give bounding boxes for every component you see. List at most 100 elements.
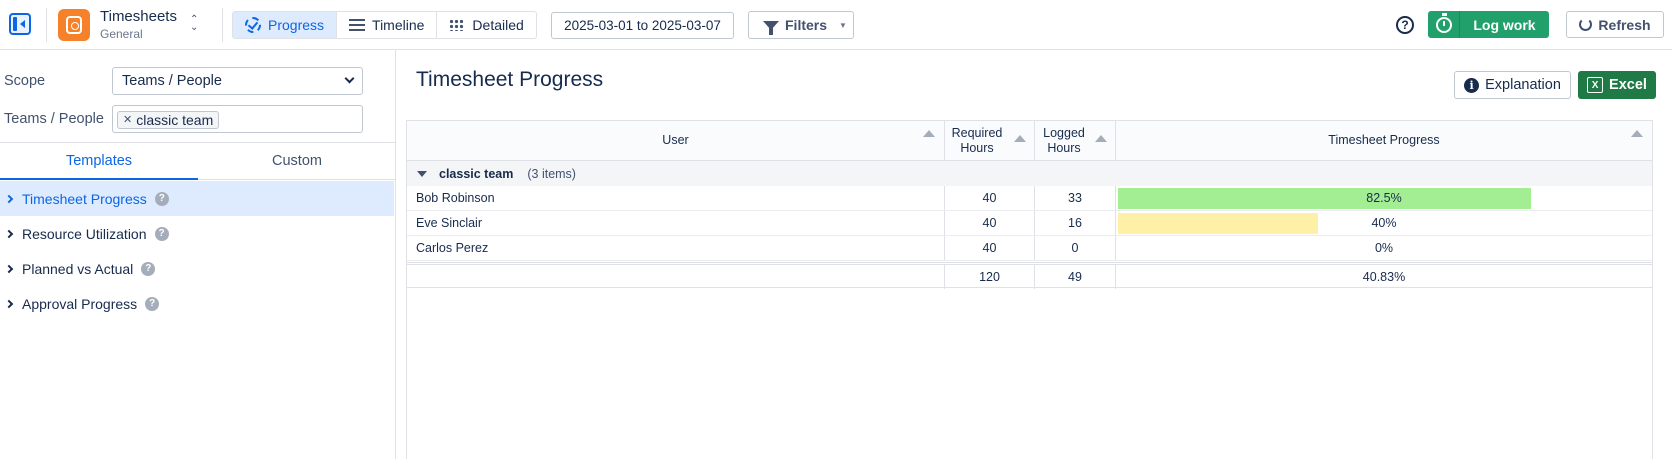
- tab-custom[interactable]: Custom: [198, 143, 396, 179]
- total-required-hours: 120: [945, 265, 1035, 289]
- help-icon[interactable]: ?: [154, 191, 169, 206]
- progress-view-button[interactable]: Progress: [233, 12, 338, 38]
- refresh-label: Refresh: [1598, 16, 1651, 33]
- required-hours-cell: 40: [945, 211, 1035, 235]
- app-subtitle: General: [100, 27, 143, 41]
- progress-view-label: Progress: [268, 17, 325, 33]
- sort-icon[interactable]: [923, 130, 935, 137]
- date-range-picker[interactable]: 2025-03-01 to 2025-03-07: [551, 12, 734, 39]
- sidebar-toggle-icon[interactable]: [9, 13, 31, 35]
- app-title: Timesheets: [100, 8, 177, 25]
- template-label: Planned vs Actual: [22, 260, 134, 277]
- required-hours-cell: 40: [945, 236, 1035, 260]
- progress-cell: 0%: [1116, 236, 1652, 260]
- logged-hours-cell: 0: [1035, 236, 1116, 260]
- team-chip: ✕ classic team: [117, 110, 220, 129]
- column-header-required-hours[interactable]: Required Hours: [945, 121, 1035, 160]
- user-cell: Carlos Perez: [407, 236, 945, 260]
- sidebar: Scope Teams / People Teams / People ✕ cl…: [0, 50, 396, 459]
- refresh-button[interactable]: Refresh: [1566, 11, 1664, 38]
- scope-label: Scope: [4, 73, 46, 89]
- timeline-view-label: Timeline: [372, 17, 425, 33]
- detailed-view-label: Detailed: [472, 17, 524, 33]
- table-row[interactable]: Bob Robinson 40 33 82.5%: [407, 186, 1652, 211]
- chevron-right-icon: [4, 264, 14, 273]
- chevron-right-icon: [4, 299, 14, 308]
- user-cell: Eve Sinclair: [407, 211, 945, 235]
- top-toolbar: Timesheets General ⌃ ⌄ Progress Timeline …: [0, 0, 1672, 50]
- sort-icon[interactable]: [1014, 135, 1026, 142]
- excel-export-button[interactable]: X Excel: [1578, 71, 1656, 99]
- template-item-planned-vs-actual[interactable]: Planned vs Actual ?: [0, 251, 394, 286]
- column-header-timesheet-progress[interactable]: Timesheet Progress: [1116, 121, 1652, 160]
- funnel-icon: [763, 20, 779, 35]
- column-header-label: User: [662, 133, 689, 147]
- group-name: classic team: [439, 166, 514, 181]
- app-switcher-chevrons-icon[interactable]: ⌃ ⌄: [190, 15, 198, 33]
- progress-bar: [1118, 188, 1531, 209]
- timeline-view-button[interactable]: Timeline: [337, 12, 438, 38]
- help-icon[interactable]: ?: [1396, 16, 1414, 34]
- sort-icon[interactable]: [1095, 135, 1107, 142]
- log-work-label: Log work: [1473, 16, 1536, 33]
- progress-bar: [1118, 213, 1318, 234]
- template-label: Approval Progress: [22, 295, 138, 312]
- scope-select[interactable]: Teams / People: [112, 67, 363, 95]
- explanation-button[interactable]: i Explanation: [1454, 71, 1571, 99]
- timesheets-app-icon: [58, 9, 90, 41]
- help-icon[interactable]: ?: [145, 296, 160, 311]
- table-row[interactable]: Eve Sinclair 40 16 40%: [407, 211, 1652, 236]
- explanation-label: Explanation: [1485, 77, 1561, 93]
- help-icon[interactable]: ?: [141, 261, 156, 276]
- template-item-timesheet-progress[interactable]: Timesheet Progress ?: [0, 181, 394, 216]
- grid-icon: [449, 19, 466, 31]
- template-list: Timesheet Progress ? Resource Utilizatio…: [0, 181, 394, 321]
- detailed-view-button[interactable]: Detailed: [437, 12, 535, 38]
- user-cell: Bob Robinson: [407, 186, 945, 210]
- logged-hours-cell: 33: [1035, 186, 1116, 210]
- total-logged-hours: 49: [1035, 265, 1116, 289]
- teams-people-multiselect[interactable]: ✕ classic team: [112, 105, 363, 133]
- column-header-user[interactable]: User: [407, 121, 945, 160]
- column-header-label: Timesheet Progress: [1328, 133, 1440, 147]
- main-panel: Timesheet Progress i Explanation X Excel…: [397, 50, 1672, 459]
- template-item-resource-utilization[interactable]: Resource Utilization ?: [0, 216, 394, 251]
- required-hours-cell: 40: [945, 186, 1035, 210]
- template-item-approval-progress[interactable]: Approval Progress ?: [0, 286, 394, 321]
- help-icon[interactable]: ?: [154, 226, 169, 241]
- tab-templates[interactable]: Templates: [0, 143, 198, 180]
- table-row[interactable]: Carlos Perez 40 0 0%: [407, 236, 1652, 261]
- group-row[interactable]: classic team (3 items): [407, 161, 1652, 186]
- remove-chip-icon[interactable]: ✕: [123, 113, 132, 126]
- filters-label: Filters: [785, 17, 828, 33]
- team-chip-label: classic team: [136, 111, 214, 128]
- column-header-logged-hours[interactable]: Logged Hours: [1035, 121, 1116, 160]
- progress-table: User Required Hours Logged Hours Timeshe…: [406, 120, 1653, 459]
- caret-down-icon: ▼: [839, 20, 847, 30]
- progress-value: 0%: [1374, 241, 1394, 255]
- progress-value: 40%: [1371, 216, 1397, 230]
- logged-hours-cell: 16: [1035, 211, 1116, 235]
- table-header: User Required Hours Logged Hours Timeshe…: [407, 121, 1652, 161]
- page-title: Timesheet Progress: [416, 68, 604, 91]
- divider: [222, 8, 223, 42]
- totals-user-cell: [407, 265, 945, 289]
- chevron-down-icon: [344, 73, 355, 84]
- chevron-right-icon: [4, 229, 14, 238]
- progress-check-icon: [245, 17, 261, 33]
- filters-button[interactable]: Filters ▼: [748, 11, 854, 39]
- template-label: Timesheet Progress: [22, 190, 147, 207]
- list-icon: [349, 19, 366, 31]
- progress-cell: 40%: [1116, 211, 1652, 235]
- template-label: Resource Utilization: [22, 225, 147, 242]
- stopwatch-icon: [1435, 12, 1452, 33]
- chevron-right-icon: [4, 194, 14, 203]
- teams-people-label: Teams / People: [4, 111, 104, 127]
- excel-label: Excel: [1609, 77, 1647, 93]
- progress-cell: 82.5%: [1116, 186, 1652, 210]
- log-work-button[interactable]: Log work: [1428, 11, 1549, 38]
- info-icon: i: [1464, 77, 1480, 93]
- collapse-triangle-icon[interactable]: [417, 170, 427, 177]
- refresh-icon: [1579, 18, 1593, 31]
- sort-icon[interactable]: [1631, 130, 1643, 137]
